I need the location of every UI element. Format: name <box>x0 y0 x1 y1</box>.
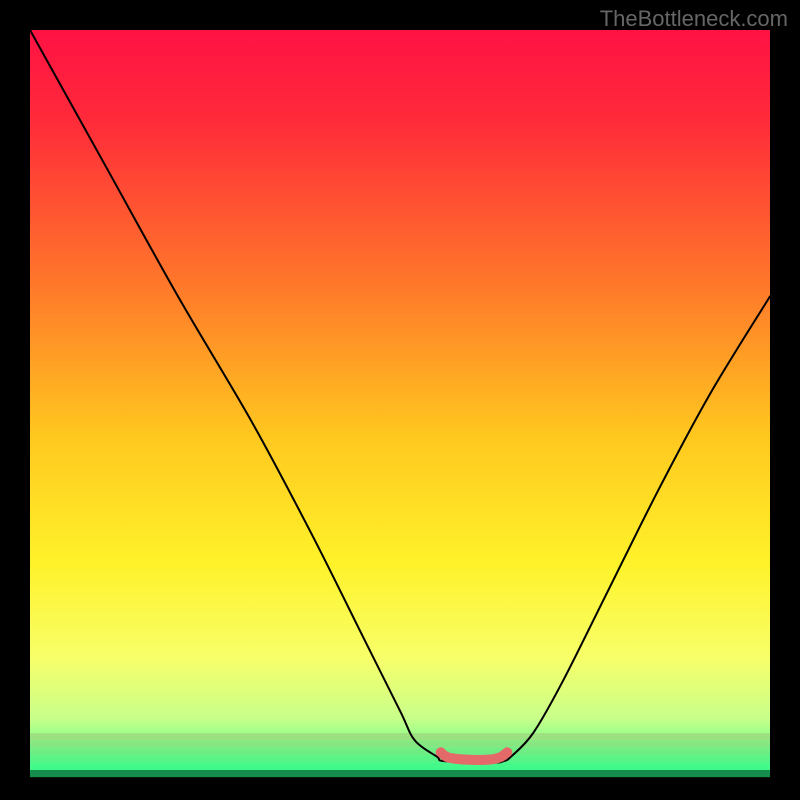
watermark: TheBottleneck.com <box>600 6 788 32</box>
green-band <box>30 740 770 747</box>
green-band <box>30 733 770 740</box>
bottleneck-chart <box>0 0 800 800</box>
chart-container: TheBottleneck.com <box>0 0 800 800</box>
green-band <box>30 755 770 762</box>
minimum-plateau-marker-end-dot <box>437 748 445 756</box>
green-band <box>30 748 770 755</box>
green-band <box>30 763 770 770</box>
plot-area <box>30 30 770 770</box>
minimum-plateau-marker-end-dot <box>503 748 511 756</box>
green-band <box>30 770 770 777</box>
